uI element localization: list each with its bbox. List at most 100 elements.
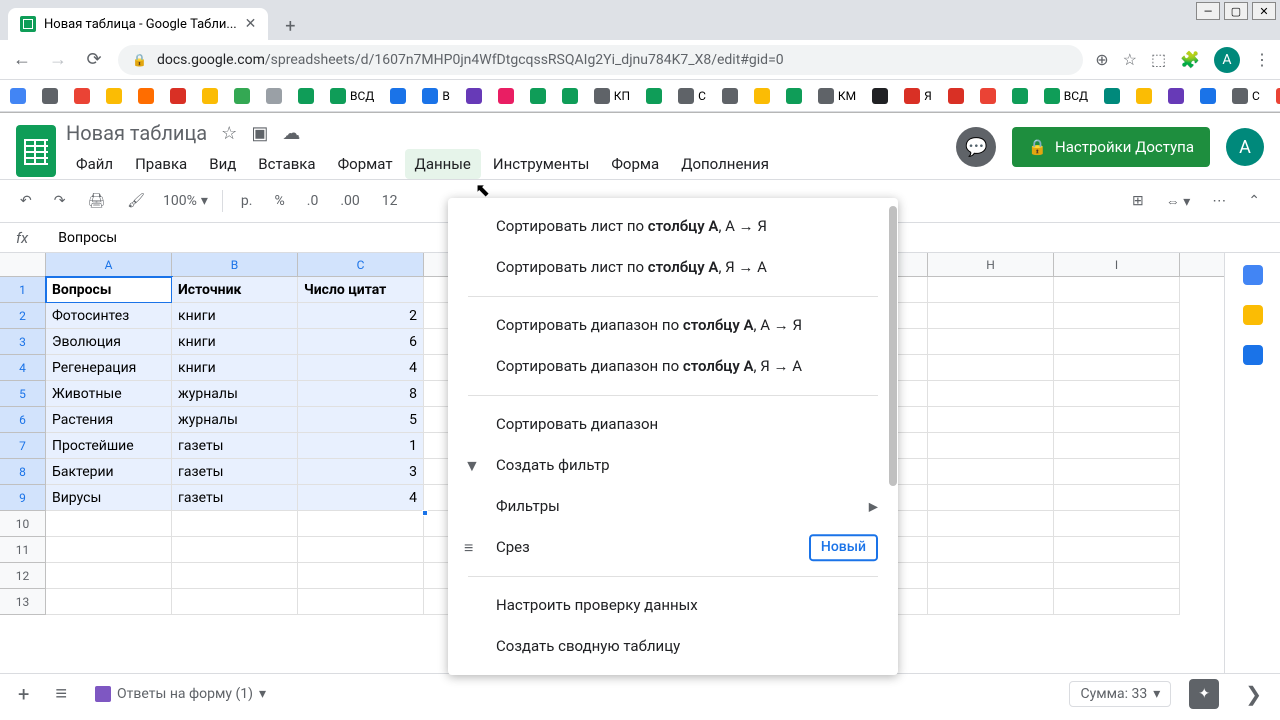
create-filter[interactable]: ▼Создать фильтр (448, 445, 898, 486)
cell[interactable] (1054, 589, 1180, 615)
cell[interactable] (46, 511, 172, 537)
bookmark-item[interactable] (646, 88, 662, 104)
cell[interactable] (928, 589, 1054, 615)
reload-button[interactable]: ⟳ (82, 49, 106, 70)
bookmark-item[interactable] (872, 88, 888, 104)
bookmark-item[interactable] (562, 88, 578, 104)
cell[interactable] (46, 589, 172, 615)
number-format-button[interactable]: 12 (378, 189, 402, 213)
bookmark-item[interactable] (980, 88, 996, 104)
keep-icon[interactable] (1243, 305, 1263, 325)
bookmark-item[interactable] (754, 88, 770, 104)
bookmark-item[interactable] (74, 88, 90, 104)
select-all-corner[interactable] (0, 253, 46, 276)
menu-tools[interactable]: Инструменты (483, 149, 599, 179)
decrease-decimal-button[interactable]: .0 (303, 189, 323, 213)
browser-tab[interactable]: Новая таблица - Google Табли... ✕ (8, 8, 268, 40)
move-doc-icon[interactable]: ▣ (251, 123, 268, 144)
menu-data[interactable]: Данные (405, 149, 481, 179)
cell[interactable] (298, 511, 424, 537)
all-sheets-button[interactable]: ≡ (47, 677, 75, 710)
cell[interactable]: 5 (298, 407, 424, 433)
puzzle-icon[interactable]: 🧩 (1180, 50, 1200, 69)
cell[interactable]: 3 (298, 459, 424, 485)
close-tab-icon[interactable]: ✕ (245, 16, 257, 32)
row-header[interactable]: 5 (0, 381, 46, 407)
cell[interactable]: Растения (46, 407, 172, 433)
cell[interactable]: Животные (46, 381, 172, 407)
cell[interactable]: Число цитат (298, 277, 424, 303)
bookmark-item[interactable]: В (422, 88, 449, 104)
bookmark-item[interactable]: КП (594, 88, 630, 104)
row-header[interactable]: 7 (0, 433, 46, 459)
cell[interactable] (1054, 277, 1180, 303)
cell[interactable] (1054, 329, 1180, 355)
bookmark-item[interactable] (138, 88, 154, 104)
new-tab-button[interactable]: + (276, 12, 304, 40)
bookmark-item[interactable] (42, 88, 58, 104)
star-doc-icon[interactable]: ☆ (221, 123, 237, 144)
bookmark-item[interactable] (298, 88, 314, 104)
filters-submenu[interactable]: Фильтры▶ (448, 486, 898, 527)
cell[interactable]: Вирусы (46, 485, 172, 511)
cell[interactable]: 1 (298, 433, 424, 459)
menu-file[interactable]: Файл (66, 149, 123, 179)
share-button[interactable]: 🔒 Настройки Доступа (1012, 127, 1210, 167)
cell[interactable] (928, 277, 1054, 303)
column-header[interactable]: B (172, 253, 298, 276)
bookmark-item[interactable] (266, 88, 282, 104)
bookmark-item[interactable] (1012, 88, 1028, 104)
row-header[interactable]: 2 (0, 303, 46, 329)
cell[interactable]: 6 (298, 329, 424, 355)
slicer[interactable]: ≡СрезНовый (448, 527, 898, 568)
pivot-table[interactable]: Создать сводную таблицу (448, 626, 898, 667)
merge-button[interactable]: ⇔ ▾ (1162, 189, 1195, 214)
bookmark-item[interactable] (1168, 88, 1184, 104)
row-header[interactable]: 1 (0, 277, 46, 303)
cell[interactable] (928, 381, 1054, 407)
menu-view[interactable]: Вид (199, 149, 246, 179)
cell[interactable] (928, 563, 1054, 589)
cell[interactable]: 2 (298, 303, 424, 329)
bookmark-item[interactable] (202, 88, 218, 104)
bookmark-item[interactable] (1276, 88, 1280, 104)
profile-avatar[interactable]: А (1226, 128, 1264, 166)
cell[interactable] (172, 563, 298, 589)
sort-range-az[interactable]: Сортировать диапазон по столбцу A, А → Я (448, 305, 898, 346)
bookmark-item[interactable]: С (678, 88, 706, 104)
bookmark-item[interactable] (530, 88, 546, 104)
cell[interactable] (928, 511, 1054, 537)
menu-edit[interactable]: Правка (125, 149, 197, 179)
bookmark-item[interactable] (170, 88, 186, 104)
bookmark-item[interactable] (1136, 88, 1152, 104)
cell[interactable] (1054, 563, 1180, 589)
cell[interactable]: 4 (298, 485, 424, 511)
cell[interactable]: Простейшие (46, 433, 172, 459)
cell[interactable]: журналы (172, 407, 298, 433)
cell[interactable] (46, 537, 172, 563)
bookmark-item[interactable] (498, 88, 514, 104)
cloud-status-icon[interactable]: ☁ (282, 123, 300, 144)
cell[interactable] (298, 537, 424, 563)
bookmark-item[interactable]: ВСД (330, 88, 374, 104)
cell[interactable]: журналы (172, 381, 298, 407)
bookmark-item[interactable] (390, 88, 406, 104)
cell[interactable] (928, 537, 1054, 563)
row-header[interactable]: 12 (0, 563, 46, 589)
selection-handle[interactable] (422, 510, 428, 516)
bookmark-item[interactable] (1104, 88, 1120, 104)
column-header[interactable]: A (46, 253, 172, 276)
window-close[interactable]: ✕ (1252, 2, 1276, 20)
cell[interactable]: 8 (298, 381, 424, 407)
cell[interactable] (46, 563, 172, 589)
cell[interactable] (172, 537, 298, 563)
paint-format-button[interactable]: 🖌 (123, 189, 149, 213)
row-header[interactable]: 11 (0, 537, 46, 563)
row-header[interactable]: 13 (0, 589, 46, 615)
row-header[interactable]: 9 (0, 485, 46, 511)
bookmark-item[interactable] (106, 88, 122, 104)
bookmark-item[interactable] (786, 88, 802, 104)
bookmark-item[interactable] (234, 88, 250, 104)
bookmark-item[interactable]: Я (904, 88, 932, 104)
print-button[interactable]: 🖨 (83, 189, 109, 213)
